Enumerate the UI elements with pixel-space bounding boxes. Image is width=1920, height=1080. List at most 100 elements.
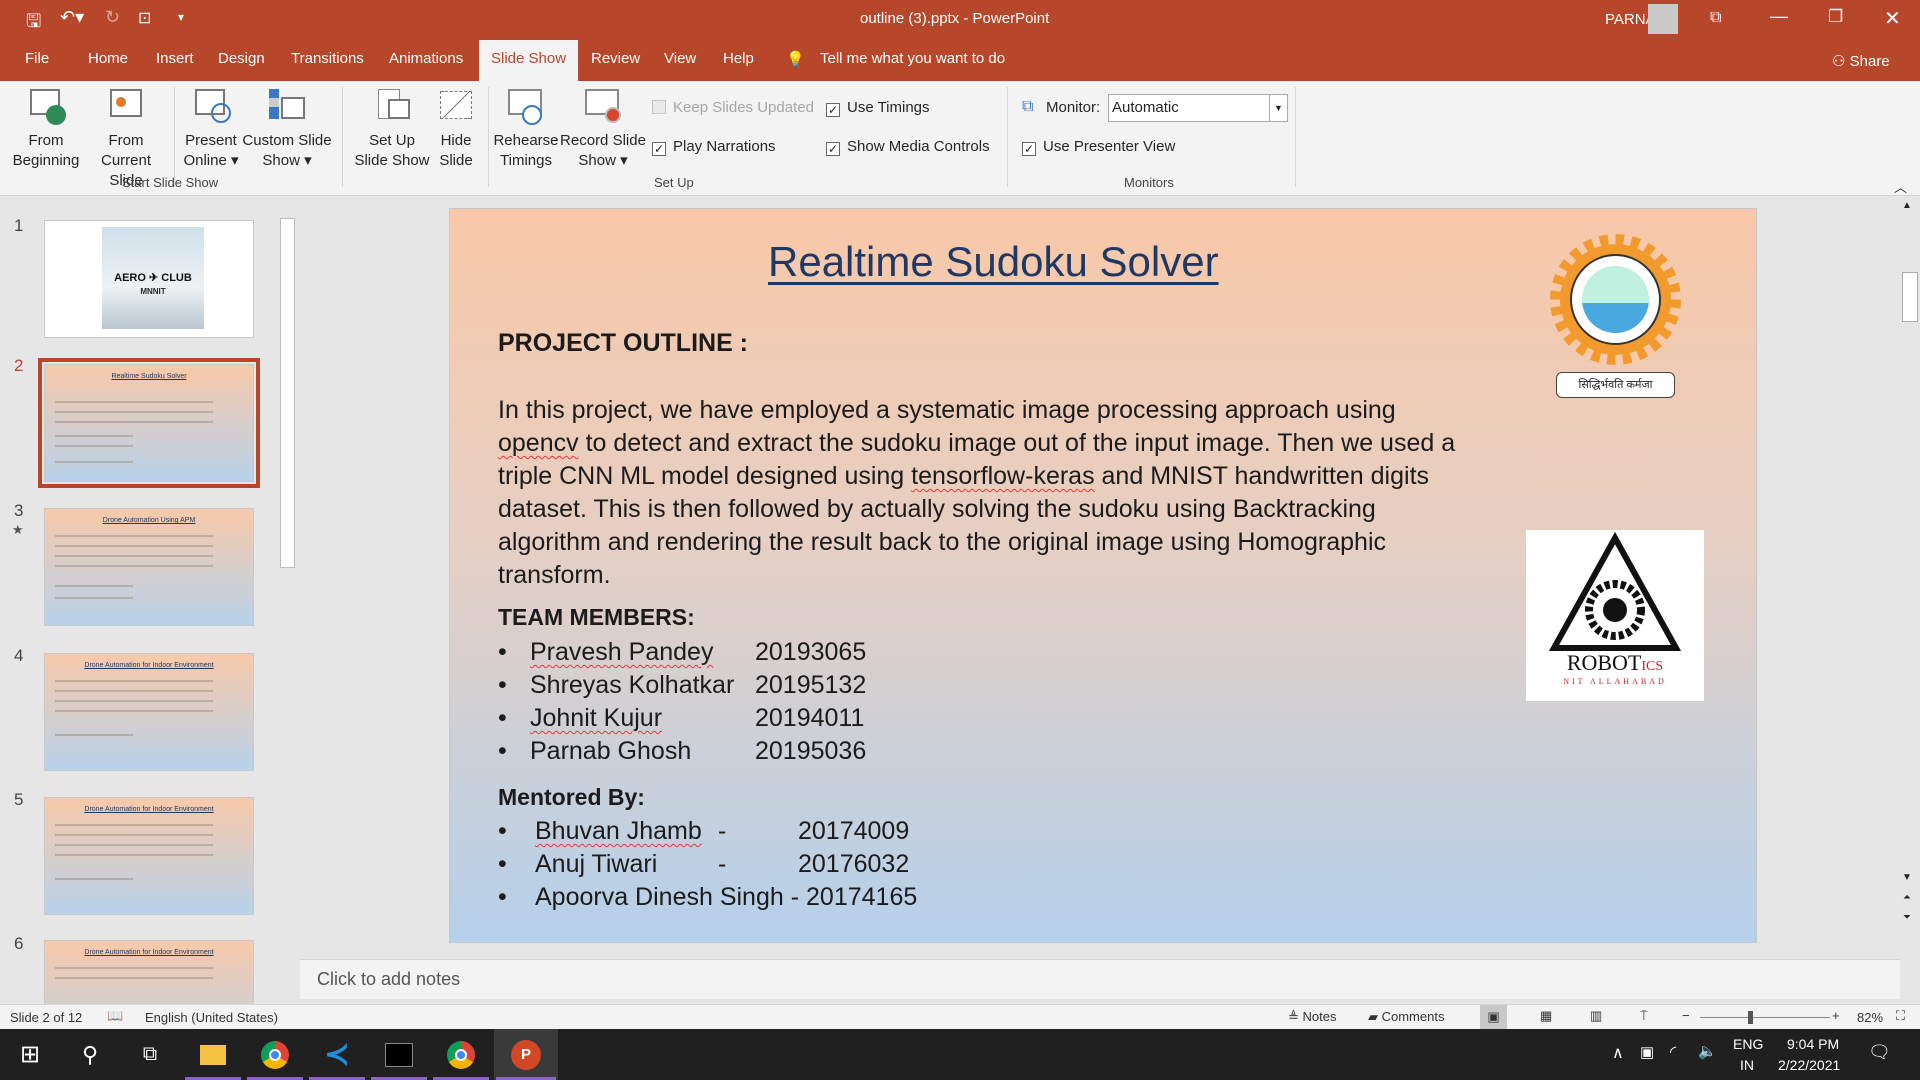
- input-language[interactable]: ENG: [1733, 1036, 1763, 1052]
- zoom-in-icon[interactable]: +: [1832, 1008, 1840, 1023]
- next-slide-icon[interactable]: ⏷: [1903, 912, 1911, 923]
- monitor-icon: ⧉: [1022, 98, 1034, 115]
- comments-button[interactable]: ▰ Comments: [1368, 1009, 1444, 1025]
- slide-scrollbar[interactable]: ▲ ▼ ⏶ ⏷: [1900, 196, 1920, 959]
- mentor-heading: Mentored By:: [498, 784, 645, 810]
- taskbar-file-explorer[interactable]: [183, 1029, 243, 1080]
- paragraph-line: In this project, we have employed a syst…: [498, 396, 1396, 424]
- ribbon-display-icon[interactable]: ⧉: [1710, 9, 1721, 27]
- slide-canvas[interactable]: Realtime Sudoku Solver PROJECT OUTLINE :…: [449, 208, 1757, 943]
- show-media-controls-checkbox[interactable]: ✓ Show Media Controls: [826, 138, 990, 156]
- tab-home[interactable]: Home: [88, 50, 128, 67]
- monitor-select[interactable]: Automatic ▼: [1108, 94, 1288, 122]
- svg-text:ROBOTICS: ROBOTICS: [1567, 650, 1663, 675]
- tab-insert[interactable]: Insert: [156, 50, 194, 67]
- taskbar-terminal[interactable]: [369, 1029, 429, 1080]
- scroll-up-icon[interactable]: ▲: [1902, 200, 1912, 211]
- tab-slide-show[interactable]: Slide Show: [479, 40, 579, 81]
- slide-title[interactable]: Realtime Sudoku Solver: [768, 237, 1219, 287]
- share-button[interactable]: ⚇ Share: [1832, 52, 1890, 70]
- tab-view[interactable]: View: [664, 50, 696, 67]
- collapse-ribbon-icon[interactable]: ︿: [1894, 177, 1907, 196]
- hide-slide-button[interactable]: Hide Slide: [430, 87, 482, 171]
- use-presenter-view-checkbox[interactable]: ✓ Use Presenter View: [1022, 138, 1175, 156]
- tab-animations[interactable]: Animations: [389, 50, 463, 67]
- clock-date[interactable]: 2/22/2021: [1778, 1057, 1840, 1073]
- volume-icon[interactable]: 🔈: [1698, 1042, 1717, 1060]
- thumbnail-slide-5[interactable]: Drone Automation for Indoor Environment: [44, 797, 254, 915]
- notes-pane[interactable]: Click to add notes: [300, 959, 1900, 999]
- thumbnail-slide-3[interactable]: Drone Automation Using APM: [44, 508, 254, 626]
- minimize-icon[interactable]: —: [1770, 6, 1788, 27]
- normal-view-icon[interactable]: ▣: [1480, 1005, 1507, 1029]
- reading-view-icon[interactable]: ▥: [1590, 1008, 1602, 1024]
- slide-sorter-icon[interactable]: ▦: [1540, 1008, 1552, 1024]
- zoom-slider[interactable]: [1700, 1011, 1830, 1024]
- comment-icon: ▰: [1368, 1009, 1382, 1024]
- notes-button[interactable]: ≜ Notes: [1288, 1009, 1336, 1025]
- redo-icon[interactable]: ↻: [105, 7, 120, 28]
- zoom-out-icon[interactable]: −: [1682, 1008, 1690, 1023]
- from-beginning-button[interactable]: From Beginning: [8, 87, 84, 171]
- thumb-title: Drone Automation for Indoor Environment: [84, 949, 214, 956]
- customize-toolbar-icon[interactable]: ▾: [178, 10, 184, 24]
- taskbar-vscode[interactable]: ≺: [307, 1029, 367, 1080]
- slideshow-view-icon[interactable]: ⍑: [1640, 1008, 1648, 1024]
- rehearse-timings-button[interactable]: Rehearse Timings: [492, 87, 560, 171]
- previous-slide-icon[interactable]: ⏶: [1903, 892, 1911, 903]
- custom-slide-show-button[interactable]: Custom Slide Show ▾: [242, 87, 332, 171]
- chevron-down-icon[interactable]: ▼: [1269, 95, 1287, 121]
- thumb-title: Realtime Sudoku Solver: [111, 373, 187, 380]
- mentor-item: • Apoorva Dinesh Singh - 20174165: [498, 881, 917, 913]
- restore-icon[interactable]: ❐: [1828, 7, 1843, 27]
- undo-icon[interactable]: ↶▾: [60, 7, 84, 28]
- close-icon[interactable]: ✕: [1884, 6, 1901, 31]
- battery-icon[interactable]: ▣: [1640, 1043, 1654, 1061]
- tab-transitions[interactable]: Transitions: [291, 50, 364, 67]
- fit-slide-icon[interactable]: ⛶: [1896, 1008, 1905, 1024]
- zoom-level[interactable]: 82%: [1857, 1010, 1883, 1025]
- wifi-icon[interactable]: ◜: [1670, 1042, 1676, 1062]
- record-slide-show-button[interactable]: Record Slide Show ▾: [560, 87, 646, 171]
- thumbnails-scrollbar[interactable]: [279, 200, 296, 1000]
- use-timings-checkbox[interactable]: ✓ Use Timings: [826, 99, 930, 117]
- label: Notes: [1302, 1009, 1337, 1024]
- taskbar-powerpoint[interactable]: P: [494, 1029, 558, 1080]
- tell-me-search[interactable]: Tell me what you want to do: [820, 50, 1005, 67]
- label: Beginning: [12, 152, 80, 169]
- tab-review[interactable]: Review: [591, 50, 640, 67]
- task-view-button[interactable]: ⧉: [120, 1029, 180, 1080]
- taskbar-chrome[interactable]: [245, 1029, 305, 1080]
- zoom-slider-thumb[interactable]: [1748, 1011, 1753, 1024]
- thumbnail-slide-1[interactable]: AERO ✈ CLUB MNNIT: [44, 220, 254, 338]
- scroll-thumb[interactable]: [1902, 272, 1918, 322]
- tab-file[interactable]: File: [25, 50, 49, 67]
- label: Show ▾: [578, 152, 628, 169]
- scroll-down-icon[interactable]: ▼: [1902, 872, 1912, 883]
- tab-design[interactable]: Design: [218, 50, 265, 67]
- thumbnail-slide-2[interactable]: Realtime Sudoku Solver: [38, 358, 260, 488]
- avatar[interactable]: [1648, 4, 1678, 34]
- mentor-item: • Anuj Tiwari - 20176032: [498, 848, 909, 880]
- taskbar-chrome-2[interactable]: [431, 1029, 491, 1080]
- save-icon[interactable]: 🖫: [26, 9, 41, 39]
- scroll-thumb[interactable]: [280, 218, 295, 568]
- spelling-icon[interactable]: 📖: [107, 1008, 123, 1024]
- set-up-slide-show-button[interactable]: Set Up Slide Show: [350, 87, 434, 171]
- slide-number: 4: [14, 646, 24, 665]
- start-button[interactable]: ⊞: [0, 1029, 60, 1080]
- notification-icon[interactable]: 🗨: [1868, 1042, 1891, 1063]
- clock-time[interactable]: 9:04 PM: [1787, 1036, 1839, 1052]
- language-status[interactable]: English (United States): [145, 1010, 278, 1025]
- thumbnail-slide-4[interactable]: Drone Automation for Indoor Environment: [44, 653, 254, 771]
- search-button[interactable]: ⚲: [60, 1029, 120, 1080]
- tab-help[interactable]: Help: [723, 50, 754, 67]
- present-online-button[interactable]: Present Online ▾: [178, 87, 244, 171]
- show-hidden-icons[interactable]: ∧: [1612, 1043, 1624, 1063]
- start-slideshow-icon[interactable]: ⊡: [138, 8, 151, 28]
- input-region[interactable]: IN: [1740, 1057, 1754, 1073]
- team-member-item: • Shreyas Kolhatkar 20195132: [498, 669, 866, 701]
- play-narrations-checkbox[interactable]: ✓ Play Narrations: [652, 138, 776, 156]
- notes-placeholder[interactable]: Click to add notes: [317, 969, 460, 990]
- slide-number: 2: [14, 356, 24, 375]
